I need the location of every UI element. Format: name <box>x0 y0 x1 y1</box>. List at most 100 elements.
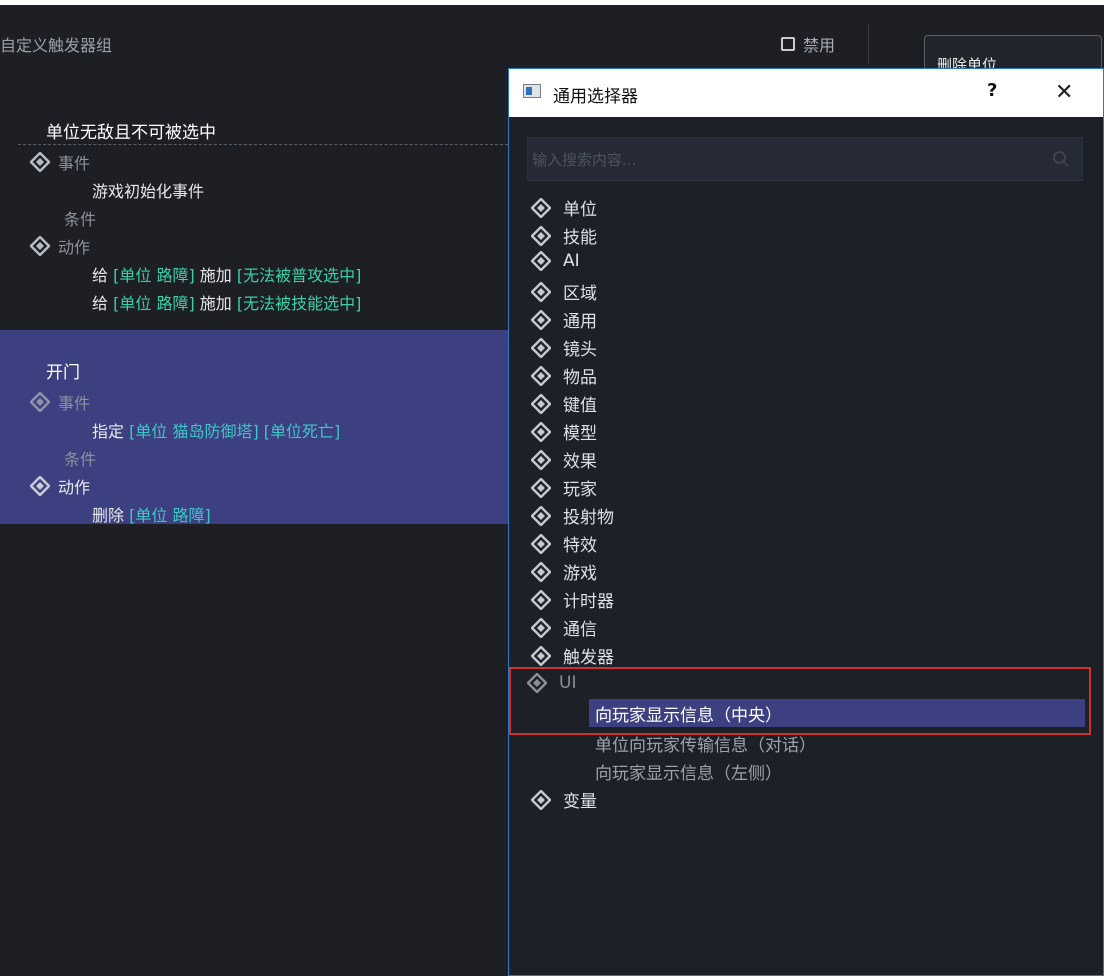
category-item[interactable]: 触发器 <box>531 643 614 668</box>
diamond-icon <box>531 449 551 470</box>
action-target[interactable]: [单位 路障] <box>129 502 211 526</box>
diamond-icon <box>531 589 551 610</box>
checkbox-icon[interactable] <box>781 37 795 51</box>
ui-item[interactable]: 向玩家显示信息（左侧） <box>595 759 782 784</box>
category-label: 计时器 <box>563 592 614 612</box>
action-verb: 给 <box>92 266 109 285</box>
diamond-icon <box>531 421 551 442</box>
conditions-section[interactable]: 条件 <box>64 206 96 230</box>
action-target[interactable]: [单位 路障] <box>113 290 195 314</box>
action-verb: 给 <box>92 294 109 313</box>
generic-selector-dialog: 通用选择器 ? ✕ 输入搜索内容... 单位技能 AI 区域通用镜头物品键值模型效果… <box>508 68 1104 976</box>
search-icon[interactable] <box>1052 150 1070 168</box>
action-statement[interactable]: 给 [单位 路障] 施加 [无法被普攻选中] <box>92 262 361 286</box>
group-title: 自定义触发器组 <box>0 36 113 55</box>
actions-label: 动作 <box>58 238 91 257</box>
category-label: AI <box>563 251 580 271</box>
diamond-icon <box>30 236 50 256</box>
diamond-icon <box>30 152 50 172</box>
action-op: 施加 <box>199 266 232 285</box>
diamond-icon <box>531 789 551 810</box>
category-label: 通信 <box>563 620 597 640</box>
events-section[interactable]: 事件 <box>30 390 90 414</box>
conditions-label: 条件 <box>64 210 97 229</box>
category-item[interactable]: 镜头 <box>531 335 597 360</box>
event-verb: 指定 <box>92 422 125 441</box>
action-statement[interactable]: 给 [单位 路障] 施加 [无法被技能选中] <box>92 290 361 314</box>
action-effect[interactable]: [无法被技能选中] <box>237 290 362 314</box>
event-target[interactable]: [单位 猫岛防御塔] <box>129 418 259 442</box>
category-item[interactable]: 区域 <box>531 279 597 304</box>
category-label: 区域 <box>563 284 597 304</box>
diamond-icon <box>531 477 551 498</box>
diamond-icon <box>30 392 50 412</box>
category-item[interactable]: 计时器 <box>531 587 614 612</box>
category-label: 触发器 <box>563 648 614 668</box>
divider <box>868 24 869 64</box>
diamond-icon <box>30 476 50 496</box>
category-variable[interactable]: 变量 <box>531 787 597 812</box>
action-target[interactable]: [单位 路障] <box>113 262 195 286</box>
category-label: 游戏 <box>563 564 597 584</box>
category-label: 变量 <box>563 792 597 812</box>
category-label: 特效 <box>563 536 597 556</box>
category-item[interactable]: 特效 <box>531 531 597 556</box>
category-label: 镜头 <box>563 340 597 360</box>
close-button[interactable]: ✕ <box>1055 80 1073 105</box>
trigger-editor: 自定义触发器组 禁用 删除单位 单位无敌且不可被选中 事件 游戏初始化事件 条件… <box>0 0 1104 976</box>
event-text: 游戏初始化事件 <box>92 182 205 201</box>
disable-label: 禁用 <box>803 36 836 55</box>
events-label: 事件 <box>58 154 91 173</box>
window-icon <box>523 84 541 98</box>
diamond-icon <box>531 309 551 330</box>
category-item[interactable]: 效果 <box>531 447 597 472</box>
trigger-name: 开门 <box>46 363 80 383</box>
category-item[interactable]: 技能 <box>531 223 597 248</box>
category-item[interactable]: 玩家 <box>531 475 597 500</box>
category-label: 通用 <box>563 312 597 332</box>
diamond-icon <box>531 281 551 302</box>
diamond-icon <box>531 561 551 582</box>
search-placeholder: 输入搜索内容... <box>532 151 637 169</box>
category-label: 模型 <box>563 424 597 444</box>
event-statement[interactable]: 游戏初始化事件 <box>92 178 204 202</box>
diamond-icon <box>531 393 551 414</box>
conditions-section[interactable]: 条件 <box>64 446 96 470</box>
event-statement[interactable]: 指定 [单位 猫岛防御塔] [单位死亡] <box>92 418 340 442</box>
category-item[interactable]: 键值 <box>531 391 597 416</box>
category-label: 单位 <box>563 200 597 220</box>
category-item[interactable]: 投射物 <box>531 503 614 528</box>
category-label: 键值 <box>563 396 597 416</box>
diamond-icon <box>531 617 551 638</box>
diamond-icon <box>531 225 551 246</box>
diamond-icon <box>531 251 551 271</box>
action-op: 施加 <box>199 294 232 313</box>
category-item[interactable]: 单位 <box>531 195 597 220</box>
dialog-title: 通用选择器 <box>553 87 638 107</box>
delete-unit-button[interactable]: 删除单位 <box>924 35 1102 71</box>
top-edge <box>0 0 1104 5</box>
category-item[interactable]: 游戏 <box>531 559 597 584</box>
diamond-icon <box>531 505 551 526</box>
category-item[interactable]: 通用 <box>531 307 597 332</box>
search-input[interactable]: 输入搜索内容... <box>527 137 1083 181</box>
category-label: 技能 <box>563 228 597 248</box>
events-label: 事件 <box>58 394 91 413</box>
highlight-frame <box>509 667 1091 735</box>
diamond-icon <box>531 337 551 358</box>
disable-checkbox[interactable]: 禁用 <box>781 32 835 56</box>
category-item[interactable]: 模型 <box>531 419 597 444</box>
category-item[interactable]: AI <box>531 251 580 271</box>
event-type[interactable]: [单位死亡] <box>264 418 341 442</box>
category-item[interactable]: 物品 <box>531 363 597 388</box>
help-button[interactable]: ? <box>987 80 997 101</box>
actions-section[interactable]: 动作 <box>30 234 90 258</box>
category-item[interactable]: 通信 <box>531 615 597 640</box>
trigger-name: 单位无敌且不可被选中 <box>46 123 216 143</box>
dialog-titlebar[interactable]: 通用选择器 ? ✕ <box>509 69 1103 117</box>
actions-section[interactable]: 动作 <box>30 474 90 498</box>
events-section[interactable]: 事件 <box>30 150 90 174</box>
action-statement[interactable]: 删除 [单位 路障] <box>92 502 211 526</box>
action-effect[interactable]: [无法被普攻选中] <box>237 262 362 286</box>
actions-label: 动作 <box>58 478 91 497</box>
